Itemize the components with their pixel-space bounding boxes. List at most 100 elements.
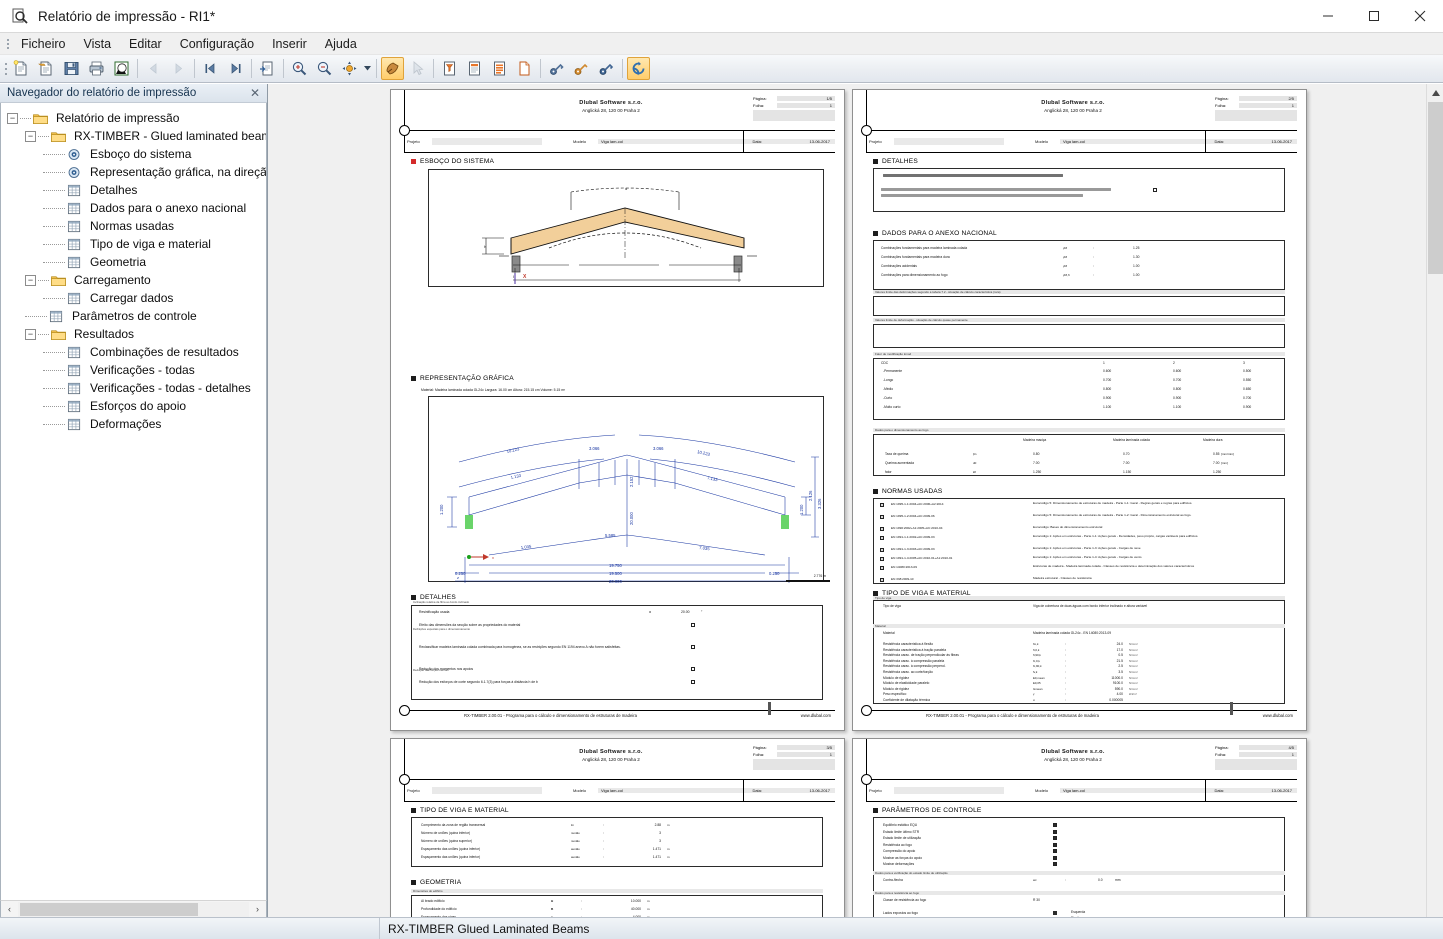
- menu-ajuda[interactable]: Ajuda: [316, 35, 366, 53]
- model-label: Modelo: [1035, 139, 1049, 144]
- tree-item-verifica-es-todas[interactable]: Verificações - todas: [1, 361, 266, 379]
- material-row-symbol: fc,90,k: [1033, 664, 1042, 669]
- save-icon[interactable]: [60, 57, 83, 80]
- close-icon[interactable]: ✕: [249, 86, 261, 100]
- last-page-icon[interactable]: [224, 57, 247, 80]
- scroll-left-icon[interactable]: ‹: [1, 902, 18, 917]
- beam-row-colon: :: [603, 831, 604, 835]
- tree-expander[interactable]: −: [25, 274, 36, 286]
- section-heading-par-metros-de-controle: PARÂMETROS DE CONTROLE: [873, 807, 982, 814]
- report-page-3-5[interactable]: Dlubal Software s.r.o. Anglická 28, 120 0…: [390, 738, 845, 917]
- page-content-icon[interactable]: [488, 57, 511, 80]
- menu-configuracao[interactable]: Configuração: [171, 35, 263, 53]
- detail-unit: °: [701, 610, 703, 614]
- zoom-fit-icon[interactable]: [338, 57, 361, 80]
- tree-item-geometria[interactable]: Geometria: [1, 253, 266, 271]
- tree-item-combina-es-de-resultados[interactable]: Combinações de resultados: [1, 343, 266, 361]
- page-row: Página: 4/5: [1215, 745, 1297, 750]
- table-icon: [49, 310, 68, 323]
- fire-row-symbol: d0: [973, 461, 977, 465]
- first-page-icon[interactable]: [199, 57, 222, 80]
- hscroll-track[interactable]: [18, 901, 249, 917]
- menu-vista[interactable]: Vista: [74, 35, 120, 53]
- tree-expander[interactable]: −: [7, 112, 18, 124]
- tree-item-rx-timber-glued-laminated-beam[interactable]: − RX-TIMBER - Glued laminated beam: [1, 127, 266, 145]
- tree-item-label: Tipo de viga e material: [90, 237, 211, 251]
- scroll-up-icon[interactable]: [1427, 84, 1443, 101]
- tree-item-esbo-o-do-sistema[interactable]: Esboço do sistema: [1, 145, 266, 163]
- document-preview-area[interactable]: Dlubal Software s.r.o. Anglická 28, 120 0…: [268, 84, 1443, 917]
- model-label: Modelo: [573, 788, 587, 793]
- fire-row-value: 7.00: [1033, 461, 1040, 465]
- document-vscrollbar[interactable]: [1426, 84, 1443, 917]
- section-title: DADOS PARA O ANEXO NACIONAL: [882, 230, 997, 237]
- tree-item-representa-o-gr-fica-na-dire-o[interactable]: Representação gráfica, na direção: [1, 163, 266, 181]
- material-row-value: 4.00: [1116, 692, 1123, 697]
- select-arrow-icon[interactable]: [406, 57, 429, 80]
- print-preview-toolbar-icon[interactable]: [110, 57, 133, 80]
- tree-item-carregamento[interactable]: − Carregamento: [1, 271, 266, 289]
- section-bullet: [411, 159, 416, 164]
- export-icon[interactable]: [256, 57, 279, 80]
- zoom-out-icon[interactable]: [313, 57, 336, 80]
- tree-item-detalhes[interactable]: Detalhes: [1, 181, 266, 199]
- material-row-value: 24.0: [1116, 642, 1123, 646]
- fire-row-symbol: βn: [973, 452, 977, 456]
- filter-icon[interactable]: [438, 57, 461, 80]
- zoom-in-icon[interactable]: [288, 57, 311, 80]
- standard-code: EN 338:2009-10: [891, 577, 914, 581]
- lock-open-icon[interactable]: [570, 57, 593, 80]
- menu-ficheiro[interactable]: Ficheiro: [12, 35, 74, 53]
- tree-expander[interactable]: −: [25, 130, 36, 142]
- tree-expander[interactable]: −: [25, 328, 36, 340]
- control-row-label: Equilíbrio estático EQU: [883, 823, 918, 827]
- next-page-icon[interactable]: [167, 57, 190, 80]
- lock-closed-icon[interactable]: [595, 57, 618, 80]
- standard-checkbox: [880, 557, 884, 561]
- minimize-button[interactable]: [1305, 0, 1351, 32]
- tree-item-relat-rio-de-impress-o[interactable]: − Relatório de impressão: [1, 109, 266, 127]
- close-button[interactable]: [1397, 0, 1443, 32]
- print-icon[interactable]: [85, 57, 108, 80]
- kmod-row-value: 0.900: [1173, 396, 1182, 400]
- report-page-4-5[interactable]: Dlubal Software s.r.o. Anglická 28, 120 0…: [852, 738, 1307, 917]
- tree-item-deforma-es[interactable]: Deformações: [1, 415, 266, 433]
- tree-item-label: Combinações de resultados: [90, 345, 239, 359]
- menu-inserir[interactable]: Inserir: [263, 35, 316, 53]
- tree-item-dados-para-o-anexo-nacional[interactable]: Dados para o anexo nacional: [1, 199, 266, 217]
- kmod-row-value: 0.650: [1243, 387, 1252, 391]
- refresh-icon[interactable]: [627, 57, 650, 80]
- svg-text:19.500: 19.500: [609, 571, 622, 576]
- vscroll-thumb[interactable]: [1428, 102, 1443, 274]
- toolbar-grip-icon[interactable]: [2, 59, 9, 79]
- tree-item-par-metros-de-controle[interactable]: Parâmetros de controle: [1, 307, 266, 325]
- hscroll-thumb[interactable]: [20, 902, 198, 916]
- tree-item-verifica-es-todas-detalhes[interactable]: Verificações - todas - detalhes: [1, 379, 266, 397]
- blank-page-icon[interactable]: [513, 57, 536, 80]
- previous-page-icon[interactable]: [142, 57, 165, 80]
- scroll-right-icon[interactable]: ›: [249, 902, 266, 917]
- menu-grip-icon[interactable]: [4, 36, 12, 52]
- report-page-2-5[interactable]: Dlubal Software s.r.o. Anglická 28, 120 0…: [852, 89, 1307, 731]
- report-page-1-5[interactable]: Dlubal Software s.r.o. Anglická 28, 120 0…: [390, 89, 845, 731]
- company-name: Dlubal Software s.r.o.: [1041, 749, 1105, 755]
- tree-item-normas-usadas[interactable]: Normas usadas: [1, 217, 266, 235]
- open-report-icon[interactable]: [35, 57, 58, 80]
- new-report-icon[interactable]: [10, 57, 33, 80]
- tree-item-resultados[interactable]: − Resultados: [1, 325, 266, 343]
- table-icon: [67, 202, 86, 215]
- menu-editar[interactable]: Editar: [120, 35, 171, 53]
- pan-hand-icon[interactable]: [381, 57, 404, 80]
- standard-code: EN 1991-1-3:2003+AC:2009-03: [891, 547, 935, 551]
- tree-item-carregar-dados[interactable]: Carregar dados: [1, 289, 266, 307]
- unlock-icon[interactable]: [545, 57, 568, 80]
- navigator-hscrollbar[interactable]: ‹ ›: [0, 900, 267, 917]
- tree-item-tipo-de-viga-e-material[interactable]: Tipo de viga e material: [1, 235, 266, 253]
- tree-item-esfor-os-do-apoio[interactable]: Esforços do apoio: [1, 397, 266, 415]
- chevron-down-icon[interactable]: [362, 57, 373, 80]
- maximize-button[interactable]: [1351, 0, 1397, 32]
- page-header-icon[interactable]: [463, 57, 486, 80]
- tree-connector: [43, 387, 65, 389]
- status-cell-left: [0, 918, 380, 939]
- section-heading-esbo-o-do-sistema: ESBOÇO DO SISTEMA: [411, 158, 494, 165]
